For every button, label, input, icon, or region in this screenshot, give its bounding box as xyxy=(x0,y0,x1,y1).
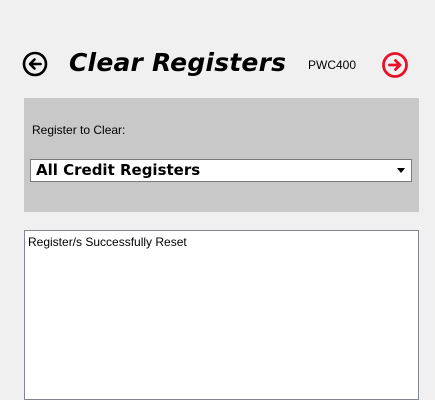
page-title: Clear Registers xyxy=(69,48,287,77)
next-arrow-icon[interactable] xyxy=(381,51,409,79)
register-select-value: All Credit Registers xyxy=(36,161,201,179)
register-panel: Register to Clear: All Credit Registers xyxy=(24,98,419,212)
output-textbox[interactable]: Register/s Successfully Reset xyxy=(24,230,419,400)
back-arrow-icon[interactable] xyxy=(22,51,48,77)
output-message: Register/s Successfully Reset xyxy=(28,235,187,249)
register-select[interactable]: All Credit Registers xyxy=(30,159,412,182)
chevron-down-icon xyxy=(397,168,405,173)
header: Clear Registers PWC400 xyxy=(22,46,420,80)
screen-code: PWC400 xyxy=(308,58,357,72)
register-label: Register to Clear: xyxy=(32,123,126,137)
